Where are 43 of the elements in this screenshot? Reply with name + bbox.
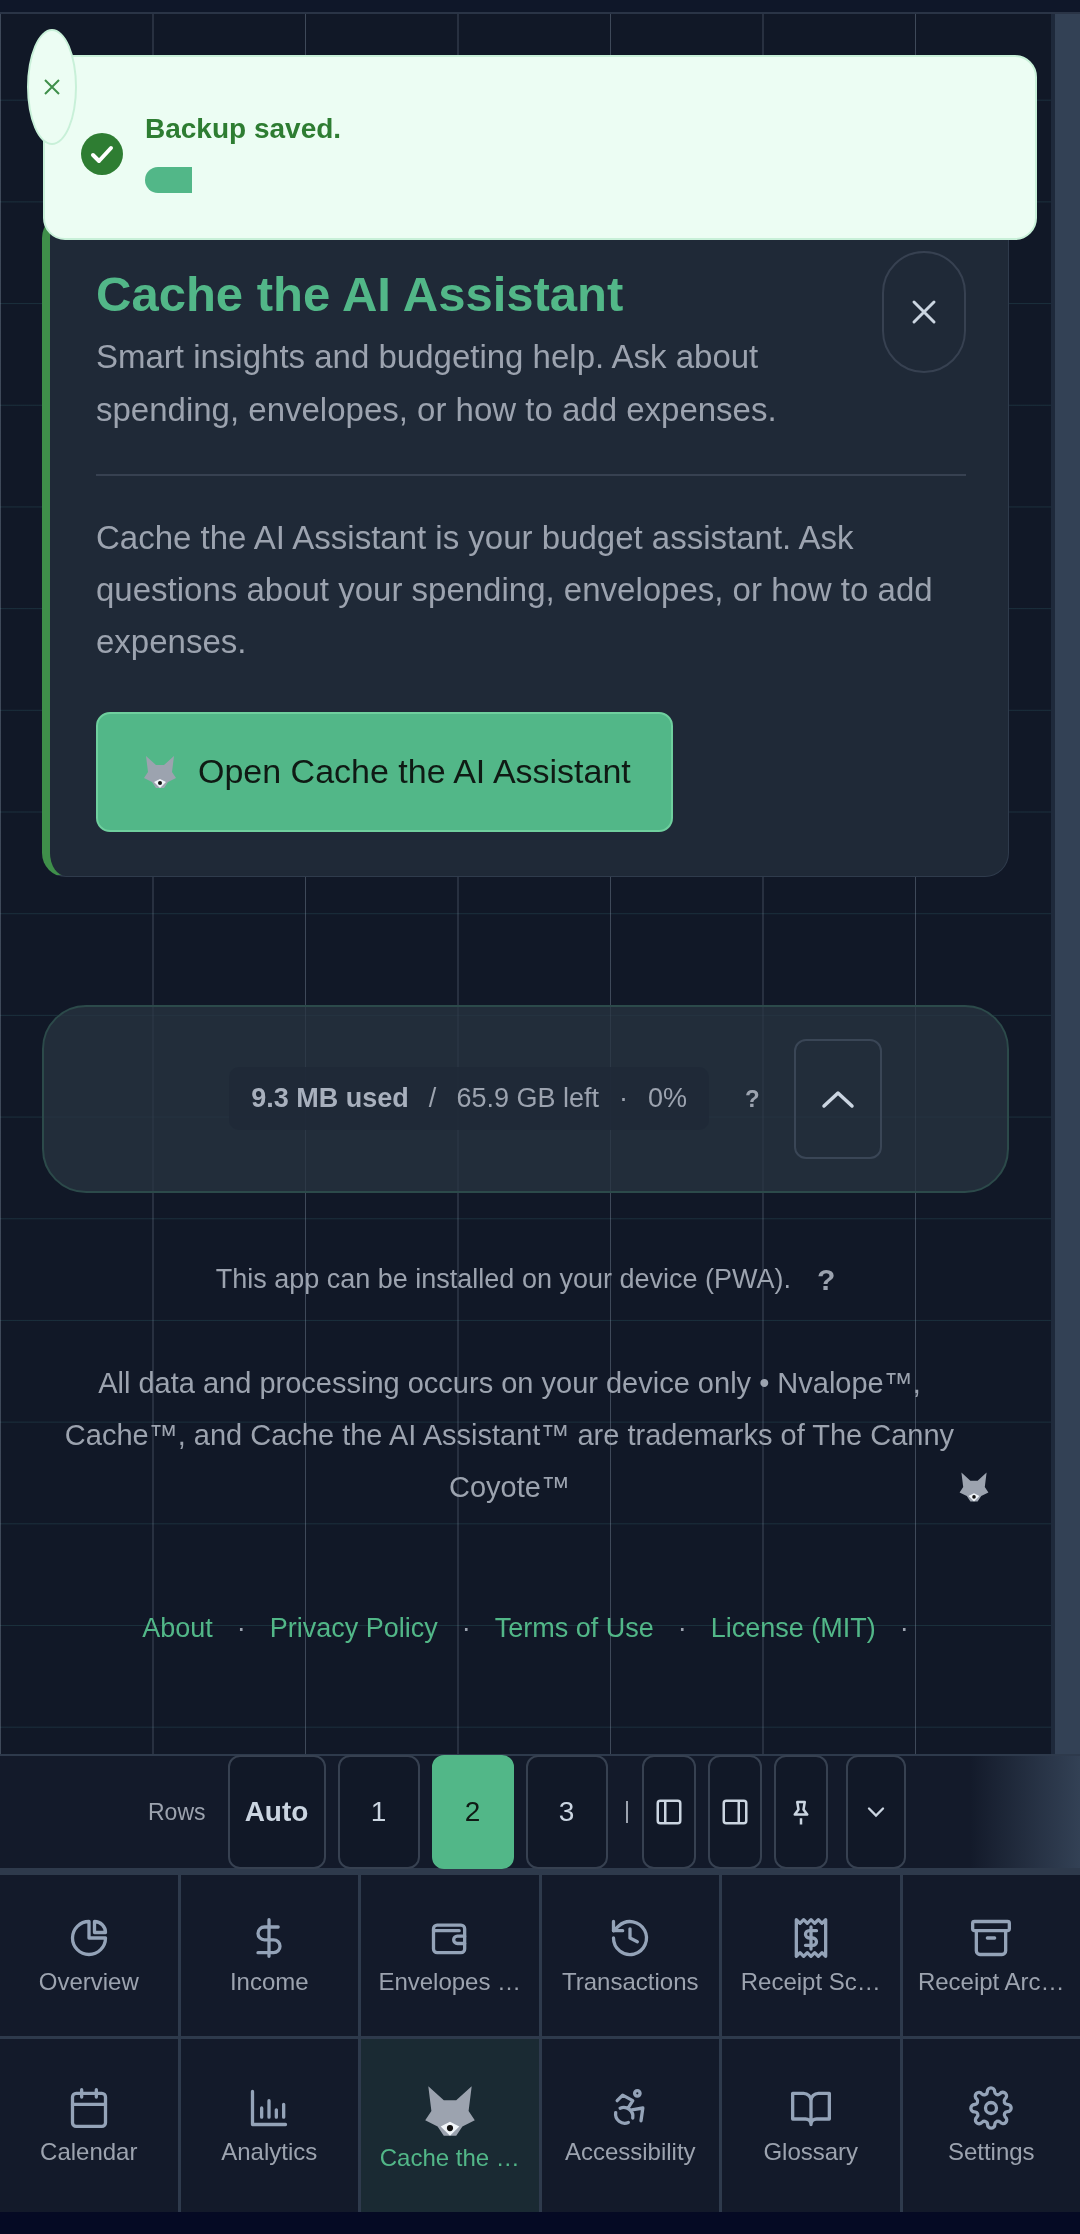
footer-link[interactable]: About bbox=[142, 1612, 213, 1644]
rows-option[interactable]: 2 bbox=[431, 1755, 514, 1869]
footer-link[interactable]: Terms of Use bbox=[494, 1612, 654, 1644]
nav-item[interactable]: Cache the … bbox=[361, 2039, 539, 2212]
nav-item[interactable]: Overview bbox=[0, 1875, 178, 2036]
check-circle-icon bbox=[81, 132, 123, 175]
storage-summary: 9.3 MB used / 65.9 GB left · 0% bbox=[229, 1067, 709, 1131]
trademark-text: All data and processing occurs on your device only • Nvalope™, Cache™, and Cache the AI Assistant™ are trademarks of The Canny Coyote™ bbox=[63, 1365, 956, 1505]
rows-option[interactable]: 3 bbox=[525, 1755, 608, 1869]
help-button[interactable]: ? bbox=[739, 1083, 766, 1114]
rows-option[interactable]: Auto bbox=[227, 1755, 326, 1869]
sidebar-right-icon[interactable] bbox=[707, 1755, 762, 1869]
chevron-up-icon bbox=[820, 1088, 855, 1109]
close-icon bbox=[910, 298, 938, 326]
nav-item[interactable]: Analytics bbox=[180, 2039, 358, 2212]
rows-option[interactable]: 1 bbox=[337, 1755, 420, 1869]
footer-link[interactable]: Privacy Policy bbox=[269, 1612, 438, 1644]
help-button[interactable]: ? bbox=[816, 1262, 836, 1297]
install-text: This app can be installed on your device (PWA). bbox=[215, 1264, 791, 1296]
separator-dot: · bbox=[461, 1612, 471, 1644]
nav-item[interactable]: Transactions bbox=[541, 1875, 719, 2036]
scrollbar[interactable] bbox=[1051, 14, 1080, 1754]
card-subtitle: Smart insights and budgeting help. Ask about spending, envelopes, or how to add expenses. bbox=[96, 336, 778, 430]
toast-message: Backup saved. bbox=[145, 112, 342, 145]
separator-dot: · bbox=[899, 1612, 909, 1644]
nav-item[interactable]: Receipt Arc… bbox=[902, 1875, 1080, 2036]
nav-item[interactable]: Income bbox=[180, 1875, 358, 2036]
card-title: Cache the AI Assistant bbox=[96, 266, 625, 323]
pin-icon[interactable] bbox=[773, 1755, 828, 1869]
footer-link[interactable]: License (MIT) bbox=[710, 1612, 876, 1644]
separator-dot: · bbox=[236, 1612, 246, 1644]
nav-item[interactable]: Envelopes … bbox=[361, 1875, 539, 2036]
nav-item[interactable]: Accessibility bbox=[541, 2039, 719, 2212]
nav-item[interactable]: Settings bbox=[902, 2039, 1080, 2212]
open-assistant-button[interactable]: Open Cache the AI Assistant bbox=[96, 711, 673, 832]
rows-label: Rows bbox=[148, 1798, 206, 1826]
sidebar-left-icon[interactable] bbox=[641, 1755, 696, 1869]
nav-item[interactable]: Receipt Sc… bbox=[722, 1875, 900, 2036]
settings-icon bbox=[969, 2085, 1014, 2130]
nav-item[interactable]: Calendar bbox=[0, 2039, 178, 2212]
card-description: Cache the AI Assistant is your budget assistant. Ask questions about your spending, envelopes, or how to add expenses. bbox=[96, 517, 934, 662]
nav-item[interactable]: Glossary bbox=[722, 2039, 900, 2212]
separator-dot: · bbox=[677, 1612, 687, 1644]
